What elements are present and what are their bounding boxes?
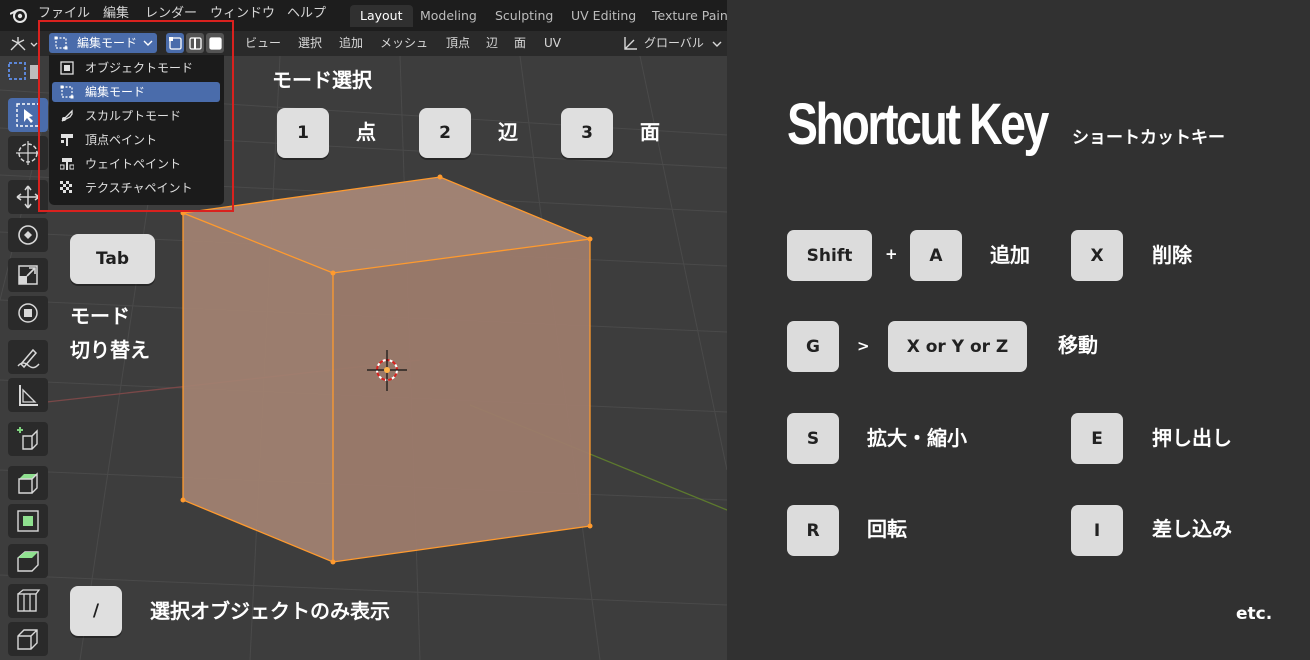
transform-orientation-dropdown[interactable]: グローバル xyxy=(644,35,704,52)
tool-inset[interactable] xyxy=(8,504,48,538)
tab-uv-editing[interactable]: UV Editing xyxy=(561,5,646,27)
chevron-down-icon xyxy=(712,41,722,47)
menu-view[interactable]: ビュー xyxy=(245,35,281,52)
menu-mesh[interactable]: メッシュ xyxy=(380,35,428,52)
tool-annotate[interactable] xyxy=(8,340,48,374)
tool-knife[interactable] xyxy=(8,622,48,656)
key-x: X xyxy=(1071,230,1123,281)
tab-layout[interactable]: Layout xyxy=(350,5,413,27)
tab-texture-paint[interactable]: Texture Paint xyxy=(642,5,727,27)
tool-add-cube[interactable] xyxy=(8,422,48,456)
menu-select[interactable]: 選択 xyxy=(298,35,322,52)
knife-icon xyxy=(17,629,38,650)
key-x-or-y-or-z: X or Y or Z xyxy=(888,321,1027,372)
highlight-box xyxy=(38,20,234,212)
tool-loop-cut[interactable] xyxy=(8,584,48,618)
menu-uv[interactable]: UV xyxy=(544,35,561,52)
shortcut-panel: Shortcut Key ショートカットキー Shift + A 追加 X 削除… xyxy=(727,0,1310,660)
shortcut-title: Shortcut Key xyxy=(787,92,1049,157)
key-tab: Tab xyxy=(70,234,155,284)
tab-sculpting[interactable]: Sculpting xyxy=(485,5,563,27)
key-1: 1 xyxy=(277,108,329,158)
key-r: R xyxy=(787,505,839,556)
mode-select-title: モード選択 xyxy=(272,68,372,92)
key-slash: / xyxy=(70,586,122,636)
menu-help[interactable]: ヘルプ xyxy=(287,5,326,23)
inset-icon xyxy=(17,510,39,532)
key-shift: Shift xyxy=(787,230,872,281)
inset-label: 差し込み xyxy=(1152,517,1232,541)
transform-icon xyxy=(18,303,38,323)
select-mode-new-icon[interactable] xyxy=(7,61,29,81)
key-s: S xyxy=(787,413,839,464)
key-2: 2 xyxy=(419,108,471,158)
tool-transform[interactable] xyxy=(8,296,48,330)
tab-label-line2: 切り替え xyxy=(70,338,150,362)
blender-window: ファイル 編集 レンダー ウィンドウ ヘルプ Layout Modeling S… xyxy=(0,0,727,660)
slash-label: 選択オブジェクトのみ表示 xyxy=(150,599,390,623)
blender-logo-icon[interactable] xyxy=(10,6,28,24)
plus-operator: + xyxy=(885,245,898,263)
bevel-icon xyxy=(17,551,39,572)
loop-cut-icon xyxy=(17,589,41,612)
scale-icon xyxy=(18,265,38,285)
extrude-icon xyxy=(18,472,38,494)
key-e: E xyxy=(1071,413,1123,464)
key-i: I xyxy=(1071,505,1123,556)
extrude-label: 押し出し xyxy=(1152,426,1232,450)
rotate-label: 回転 xyxy=(867,517,907,541)
key-a: A xyxy=(910,230,962,281)
etc-label: etc. xyxy=(1236,604,1273,624)
key-3: 3 xyxy=(561,108,613,158)
then-operator: > xyxy=(857,337,870,355)
measure-icon xyxy=(19,385,38,406)
editor-type-icon[interactable] xyxy=(8,34,40,54)
tool-scale[interactable] xyxy=(8,258,48,292)
tool-measure[interactable] xyxy=(8,378,48,412)
add-cube-icon xyxy=(17,427,38,450)
key-3-label: 面 xyxy=(640,120,660,144)
tool-extrude[interactable] xyxy=(8,466,48,500)
tool-bevel[interactable] xyxy=(8,544,48,578)
add-label: 追加 xyxy=(990,243,1030,267)
menu-add[interactable]: 追加 xyxy=(339,35,363,52)
shortcut-subtitle: ショートカットキー xyxy=(1072,128,1225,148)
menu-edge[interactable]: 辺 xyxy=(486,35,498,52)
rotate-icon xyxy=(18,225,38,245)
key-g: G xyxy=(787,321,839,372)
delete-label: 削除 xyxy=(1152,243,1192,267)
key-2-label: 辺 xyxy=(498,120,518,144)
tool-rotate[interactable] xyxy=(8,218,48,252)
annotate-icon xyxy=(17,348,40,369)
tab-modeling[interactable]: Modeling xyxy=(410,5,487,27)
menu-face[interactable]: 面 xyxy=(514,35,526,52)
tab-label-line1: モード xyxy=(70,304,130,328)
scale-label: 拡大・縮小 xyxy=(867,426,967,450)
move-label: 移動 xyxy=(1058,333,1098,357)
menu-vertex[interactable]: 頂点 xyxy=(446,35,470,52)
transform-orientation-icon xyxy=(624,37,637,50)
key-1-label: 点 xyxy=(356,120,376,144)
